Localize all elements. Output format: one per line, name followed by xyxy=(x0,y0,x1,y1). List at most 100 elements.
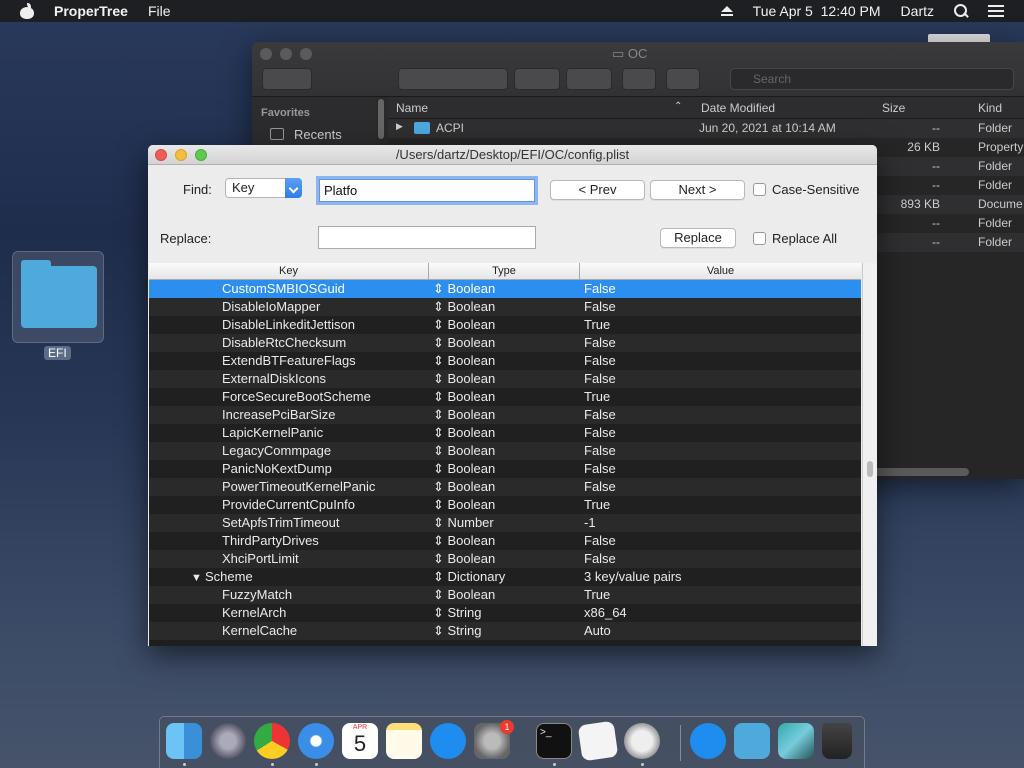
table-row[interactable]: CustomSMBIOSGuid ⇕ Boolean False xyxy=(149,280,861,298)
disclosure-triangle-icon[interactable]: ▼ xyxy=(191,572,202,584)
back-forward-buttons[interactable] xyxy=(262,68,312,90)
minimize-button[interactable] xyxy=(175,149,187,161)
row-value[interactable]: Auto xyxy=(584,623,611,638)
replace-all-checkbox[interactable]: Replace All xyxy=(753,231,837,246)
desktop-folder-efi[interactable] xyxy=(12,251,104,343)
textedit-icon[interactable] xyxy=(577,720,619,762)
find-input[interactable] xyxy=(319,179,535,202)
row-type[interactable]: ⇕ Boolean xyxy=(433,317,495,333)
row-type[interactable]: ⇕ Number xyxy=(433,515,494,531)
row-value[interactable]: 3 key/value pairs xyxy=(584,569,682,584)
table-row[interactable]: FuzzyMatch ⇕ Boolean True xyxy=(149,586,861,604)
row-value[interactable]: True xyxy=(584,587,610,602)
case-sensitive-checkbox[interactable]: Case-Sensitive xyxy=(753,182,859,197)
file-menu[interactable]: File xyxy=(148,3,171,19)
app-store-icon[interactable] xyxy=(430,723,466,759)
row-value[interactable]: False xyxy=(584,425,616,440)
folder-icon[interactable] xyxy=(734,723,770,759)
row-value[interactable]: True xyxy=(584,497,610,512)
row-type[interactable]: ⇕ Boolean xyxy=(433,371,495,387)
row-type[interactable]: ⇕ Boolean xyxy=(433,389,495,405)
row-value[interactable]: x86_64 xyxy=(584,605,627,620)
table-row[interactable]: ▼ Scheme ⇕ Dictionary 3 key/value pairs xyxy=(149,568,861,586)
table-row[interactable]: LegacyCommpage ⇕ Boolean False xyxy=(149,442,861,460)
row-value[interactable]: False xyxy=(584,299,616,314)
column-value[interactable]: Value xyxy=(580,263,861,280)
row-type[interactable]: ⇕ Boolean xyxy=(433,461,495,477)
row-value[interactable]: False xyxy=(584,461,616,476)
row-value[interactable]: False xyxy=(584,443,616,458)
table-row[interactable]: XhciPortLimit ⇕ Boolean False xyxy=(149,550,861,568)
table-row[interactable]: ForceSecureBootScheme ⇕ Boolean True xyxy=(149,388,861,406)
row-type[interactable]: ⇕ Boolean xyxy=(433,353,495,369)
notification-center-icon[interactable] xyxy=(988,5,1004,17)
row-type[interactable]: ⇕ Boolean xyxy=(433,533,495,549)
row-value[interactable]: False xyxy=(584,353,616,368)
prev-button[interactable]: < Prev xyxy=(550,180,645,200)
replace-input[interactable] xyxy=(318,226,536,249)
image-folder-icon[interactable] xyxy=(778,723,814,759)
row-type[interactable]: ⇕ Boolean xyxy=(433,299,495,315)
table-row[interactable]: LapicKernelPanic ⇕ Boolean False xyxy=(149,424,861,442)
finder-close-button[interactable] xyxy=(260,48,272,60)
row-type[interactable]: ⇕ Boolean xyxy=(433,425,495,441)
close-button[interactable] xyxy=(155,149,167,161)
row-value[interactable]: False xyxy=(584,479,616,494)
finder-horizontal-scrollbar[interactable] xyxy=(869,468,969,476)
finder-zoom-button[interactable] xyxy=(300,48,312,60)
row-value[interactable]: False xyxy=(584,371,616,386)
table-row[interactable]: ThirdPartyDrives ⇕ Boolean False xyxy=(149,532,861,550)
table-row[interactable]: SetApfsTrimTimeout ⇕ Number -1 xyxy=(149,514,861,532)
table-row[interactable]: DisableRtcChecksum ⇕ Boolean False xyxy=(149,334,861,352)
table-row[interactable]: KernelArch ⇕ String x86_64 xyxy=(149,604,861,622)
zoom-button[interactable] xyxy=(195,149,207,161)
replace-button[interactable]: Replace xyxy=(660,228,736,248)
row-value[interactable]: False xyxy=(584,335,616,350)
menubar-clock[interactable]: Tue Apr 5 12:40 PM xyxy=(753,3,881,19)
row-type[interactable]: ⇕ Boolean xyxy=(433,443,495,459)
disclosure-triangle-icon[interactable]: ▶ xyxy=(396,121,403,132)
user-menu[interactable]: Dartz xyxy=(901,3,934,19)
finder-file-row[interactable]: ▶ ACPI Jun 20, 2021 at 10:14 AM -- Folder xyxy=(388,119,1024,138)
table-row[interactable]: KernelCache ⇕ String Auto xyxy=(149,622,861,640)
row-type[interactable]: ⇕ Dictionary xyxy=(433,569,505,585)
row-value[interactable]: False xyxy=(584,551,616,566)
table-row[interactable]: PowerTimeoutKernelPanic ⇕ Boolean False xyxy=(149,478,861,496)
apple-menu-icon[interactable] xyxy=(20,3,34,19)
row-type[interactable]: ⇕ Boolean xyxy=(433,281,495,297)
sidebar-item-recents[interactable]: Recents xyxy=(294,127,342,142)
table-row[interactable]: DisableIoMapper ⇕ Boolean False xyxy=(149,298,861,316)
table-row[interactable]: IncreasePciBarSize ⇕ Boolean False xyxy=(149,406,861,424)
app-store-download-icon[interactable] xyxy=(690,723,726,759)
chrome-icon[interactable] xyxy=(254,723,290,759)
row-type[interactable]: ⇕ Boolean xyxy=(433,407,495,423)
notes-icon[interactable] xyxy=(386,723,422,759)
table-row[interactable]: ExternalDiskIcons ⇕ Boolean False xyxy=(149,370,861,388)
row-value[interactable]: False xyxy=(584,533,616,548)
column-type[interactable]: Type xyxy=(429,263,580,280)
tag-button[interactable] xyxy=(666,68,700,90)
row-type[interactable]: ⇕ String xyxy=(433,623,481,639)
table-row[interactable]: ExtendBTFeatureFlags ⇕ Boolean False xyxy=(149,352,861,370)
table-row[interactable]: PanicNoKextDump ⇕ Boolean False xyxy=(149,460,861,478)
app-menu[interactable]: ProperTree xyxy=(54,3,128,19)
share-button[interactable] xyxy=(622,68,656,90)
column-size[interactable]: Size xyxy=(882,101,905,115)
finder-minimize-button[interactable] xyxy=(280,48,292,60)
calendar-icon[interactable]: APR 5 xyxy=(342,723,378,759)
row-type[interactable]: ⇕ Boolean xyxy=(433,551,495,567)
find-type-select[interactable]: Key xyxy=(225,178,302,198)
spotlight-search-icon[interactable] xyxy=(954,4,968,18)
table-vertical-scrollbar[interactable] xyxy=(862,263,877,646)
row-type[interactable]: ⇕ Boolean xyxy=(433,479,495,495)
table-row[interactable]: DisableLinkeditJettison ⇕ Boolean True xyxy=(149,316,861,334)
row-type[interactable]: ⇕ Boolean xyxy=(433,587,495,603)
row-type[interactable]: ⇕ Boolean xyxy=(433,497,495,513)
row-value[interactable]: True xyxy=(584,389,610,404)
row-value[interactable]: -1 xyxy=(584,515,596,530)
action-gear-button[interactable] xyxy=(566,68,612,90)
table-row[interactable]: ProvideCurrentCpuInfo ⇕ Boolean True xyxy=(149,496,861,514)
safari-icon[interactable] xyxy=(298,723,334,759)
view-mode-buttons[interactable] xyxy=(398,68,508,90)
launchpad-icon[interactable] xyxy=(210,723,246,759)
